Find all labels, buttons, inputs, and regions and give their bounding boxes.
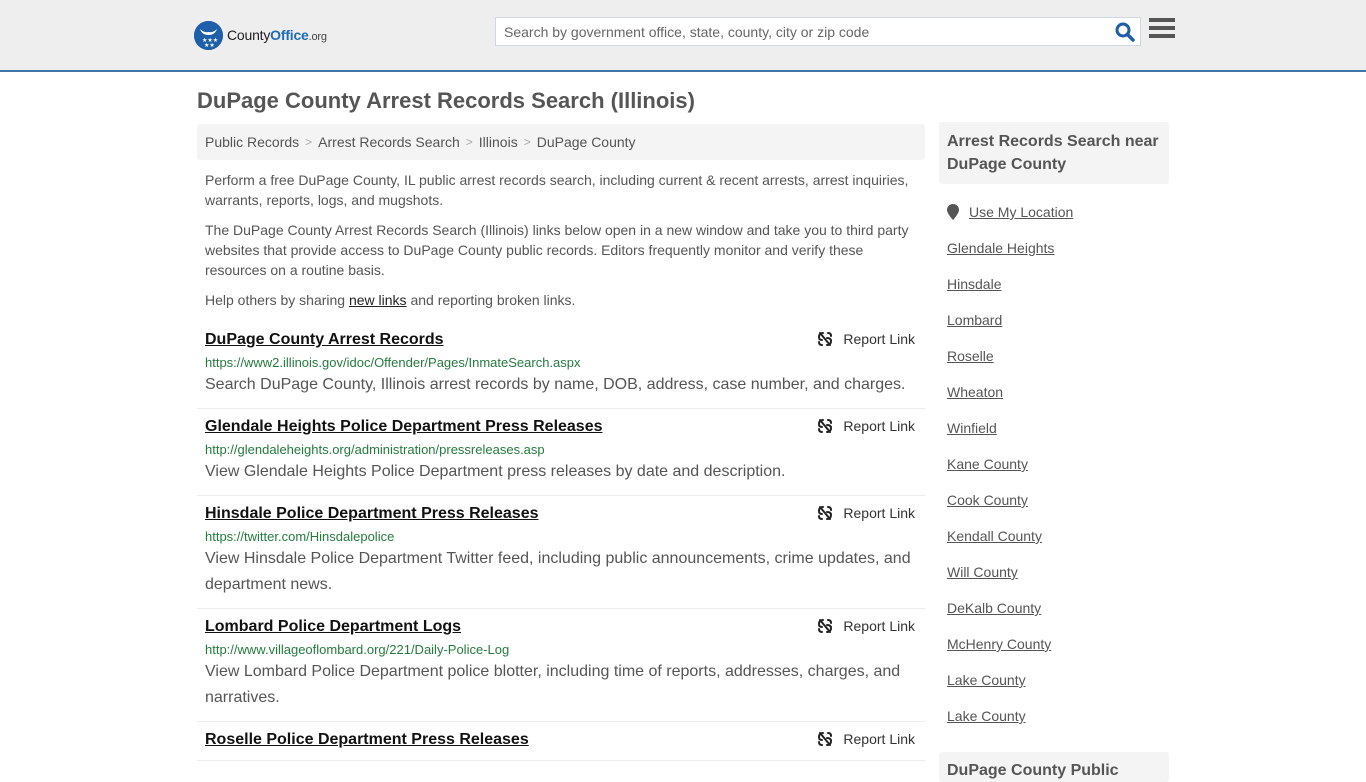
menu-bar-icon	[1149, 34, 1175, 38]
use-my-location-link[interactable]: Use My Location	[969, 204, 1073, 220]
result-title-link[interactable]: Hinsdale Police Department Press Release…	[205, 504, 539, 524]
intro-paragraph-2: The DuPage County Arrest Records Search …	[205, 222, 909, 278]
report-link-label: Report Link	[843, 331, 915, 347]
result-title-link[interactable]: Roselle Police Department Press Releases	[205, 730, 529, 750]
sidebar-item-glendale-heights[interactable]: Glendale Heights	[947, 238, 1161, 258]
result-item: Glendale Heights Police Department Press…	[197, 409, 925, 496]
sidebar-item-kane-county[interactable]: Kane County	[947, 454, 1161, 474]
result-title-link[interactable]: Glendale Heights Police Department Press…	[205, 417, 603, 437]
broken-link-icon	[818, 419, 833, 433]
result-item: Lombard Police Department Logs Report Li…	[197, 609, 925, 722]
result-item: DuPage County Arrest Records Report Link…	[197, 322, 925, 409]
logo-text-county: County	[227, 27, 271, 43]
intro-text: Perform a free DuPage County, IL public …	[205, 170, 920, 320]
breadcrumb-public-records[interactable]: Public Records	[205, 134, 299, 150]
sidebar-item-mchenry-county[interactable]: McHenry County	[947, 634, 1161, 654]
intro-paragraph-1: Perform a free DuPage County, IL public …	[205, 172, 909, 208]
report-link-label: Report Link	[843, 618, 915, 634]
search-button[interactable]	[1110, 18, 1140, 45]
report-link-label: Report Link	[843, 505, 915, 521]
broken-link-icon	[818, 732, 833, 746]
intro-p3-text: Help others by sharing	[205, 292, 349, 308]
sidebar-item-winfield[interactable]: Winfield	[947, 418, 1161, 438]
breadcrumb-arrest-records-search[interactable]: Arrest Records Search	[318, 134, 460, 150]
hamburger-menu-button[interactable]	[1149, 18, 1175, 42]
menu-bar-icon	[1149, 26, 1175, 30]
sidebar-item-lake-county-2[interactable]: Lake County	[947, 706, 1161, 726]
result-title-link[interactable]: Lombard Police Department Logs	[205, 617, 461, 637]
result-description: View Glendale Heights Police Department …	[205, 463, 786, 480]
report-link-button[interactable]: Report Link	[817, 505, 915, 521]
logo-text: CountyOffice.org	[227, 27, 327, 43]
result-url: https://www2.illinois.gov/idoc/Offender/…	[205, 355, 581, 370]
report-link-label: Report Link	[843, 731, 915, 747]
report-link-button[interactable]: Report Link	[817, 731, 915, 747]
page-title: DuPage County Arrest Records Search (Ill…	[197, 88, 695, 113]
search-bar	[495, 17, 1141, 46]
sidebar-item-will-county[interactable]: Will County	[947, 562, 1161, 582]
breadcrumb: Public Records > Arrest Records Search >…	[197, 124, 925, 160]
sidebar-item-kendall-county[interactable]: Kendall County	[947, 526, 1161, 546]
breadcrumb-separator: >	[305, 135, 313, 149]
result-url: https://twitter.com/Hinsdalepolice	[205, 529, 395, 544]
sidebar-item-roselle[interactable]: Roselle	[947, 346, 1161, 366]
site-header: ★★★ ★★ CountyOffice.org	[0, 0, 1366, 72]
svg-text:★★: ★★	[204, 42, 215, 49]
results-list: DuPage County Arrest Records Report Link…	[197, 322, 925, 761]
breadcrumb-illinois[interactable]: Illinois	[479, 134, 518, 150]
sidebar-heading: Arrest Records Search near DuPage County	[939, 122, 1169, 184]
broken-link-icon	[818, 619, 833, 633]
breadcrumb-separator: >	[465, 135, 473, 149]
new-links-link[interactable]: new links	[349, 292, 407, 308]
result-description: View Lombard Police Department police bl…	[205, 663, 901, 706]
result-item: Hinsdale Police Department Press Release…	[197, 496, 925, 609]
use-my-location[interactable]: Use My Location	[947, 202, 1161, 222]
report-link-button[interactable]: Report Link	[817, 618, 915, 634]
menu-bar-icon	[1149, 18, 1175, 22]
sidebar-item-lombard[interactable]: Lombard	[947, 310, 1161, 330]
intro-p3-text-end: and reporting broken links.	[406, 292, 576, 308]
logo-text-org: .org	[308, 31, 327, 43]
search-icon	[1115, 22, 1135, 42]
sidebar-item-dekalb-county[interactable]: DeKalb County	[947, 598, 1161, 618]
breadcrumb-separator: >	[523, 135, 531, 149]
result-url: http://www.villageoflombard.org/221/Dail…	[205, 642, 510, 657]
result-description: View Hinsdale Police Department Twitter …	[205, 550, 911, 593]
sidebar-item-hinsdale[interactable]: Hinsdale	[947, 274, 1161, 294]
report-link-label: Report Link	[843, 418, 915, 434]
sidebar-item-cook-county[interactable]: Cook County	[947, 490, 1161, 510]
broken-link-icon	[818, 506, 833, 520]
sidebar-heading-public-records: DuPage County Public	[939, 752, 1169, 782]
breadcrumb-dupage-county[interactable]: DuPage County	[537, 134, 636, 150]
logo-text-office: Office	[270, 27, 309, 43]
sidebar: Arrest Records Search near DuPage County…	[939, 122, 1169, 726]
eagle-stars-icon: ★★★ ★★	[194, 20, 223, 50]
sidebar-item-wheaton[interactable]: Wheaton	[947, 382, 1161, 402]
report-link-button[interactable]: Report Link	[817, 331, 915, 347]
result-description: Search DuPage County, Illinois arrest re…	[205, 376, 906, 393]
report-link-button[interactable]: Report Link	[817, 418, 915, 434]
result-title-link[interactable]: DuPage County Arrest Records	[205, 330, 444, 350]
site-logo[interactable]: ★★★ ★★ CountyOffice.org	[194, 20, 327, 50]
search-input[interactable]	[496, 18, 1110, 45]
intro-paragraph-3: Help others by sharing new links and rep…	[205, 290, 920, 310]
sidebar-item-lake-county[interactable]: Lake County	[947, 670, 1161, 690]
result-item: Roselle Police Department Press Releases…	[197, 722, 925, 761]
sidebar-list: Use My Location Glendale Heights Hinsdal…	[939, 202, 1169, 726]
result-url: http://glendaleheights.org/administratio…	[205, 442, 545, 457]
broken-link-icon	[818, 332, 833, 346]
map-pin-icon	[947, 204, 959, 220]
